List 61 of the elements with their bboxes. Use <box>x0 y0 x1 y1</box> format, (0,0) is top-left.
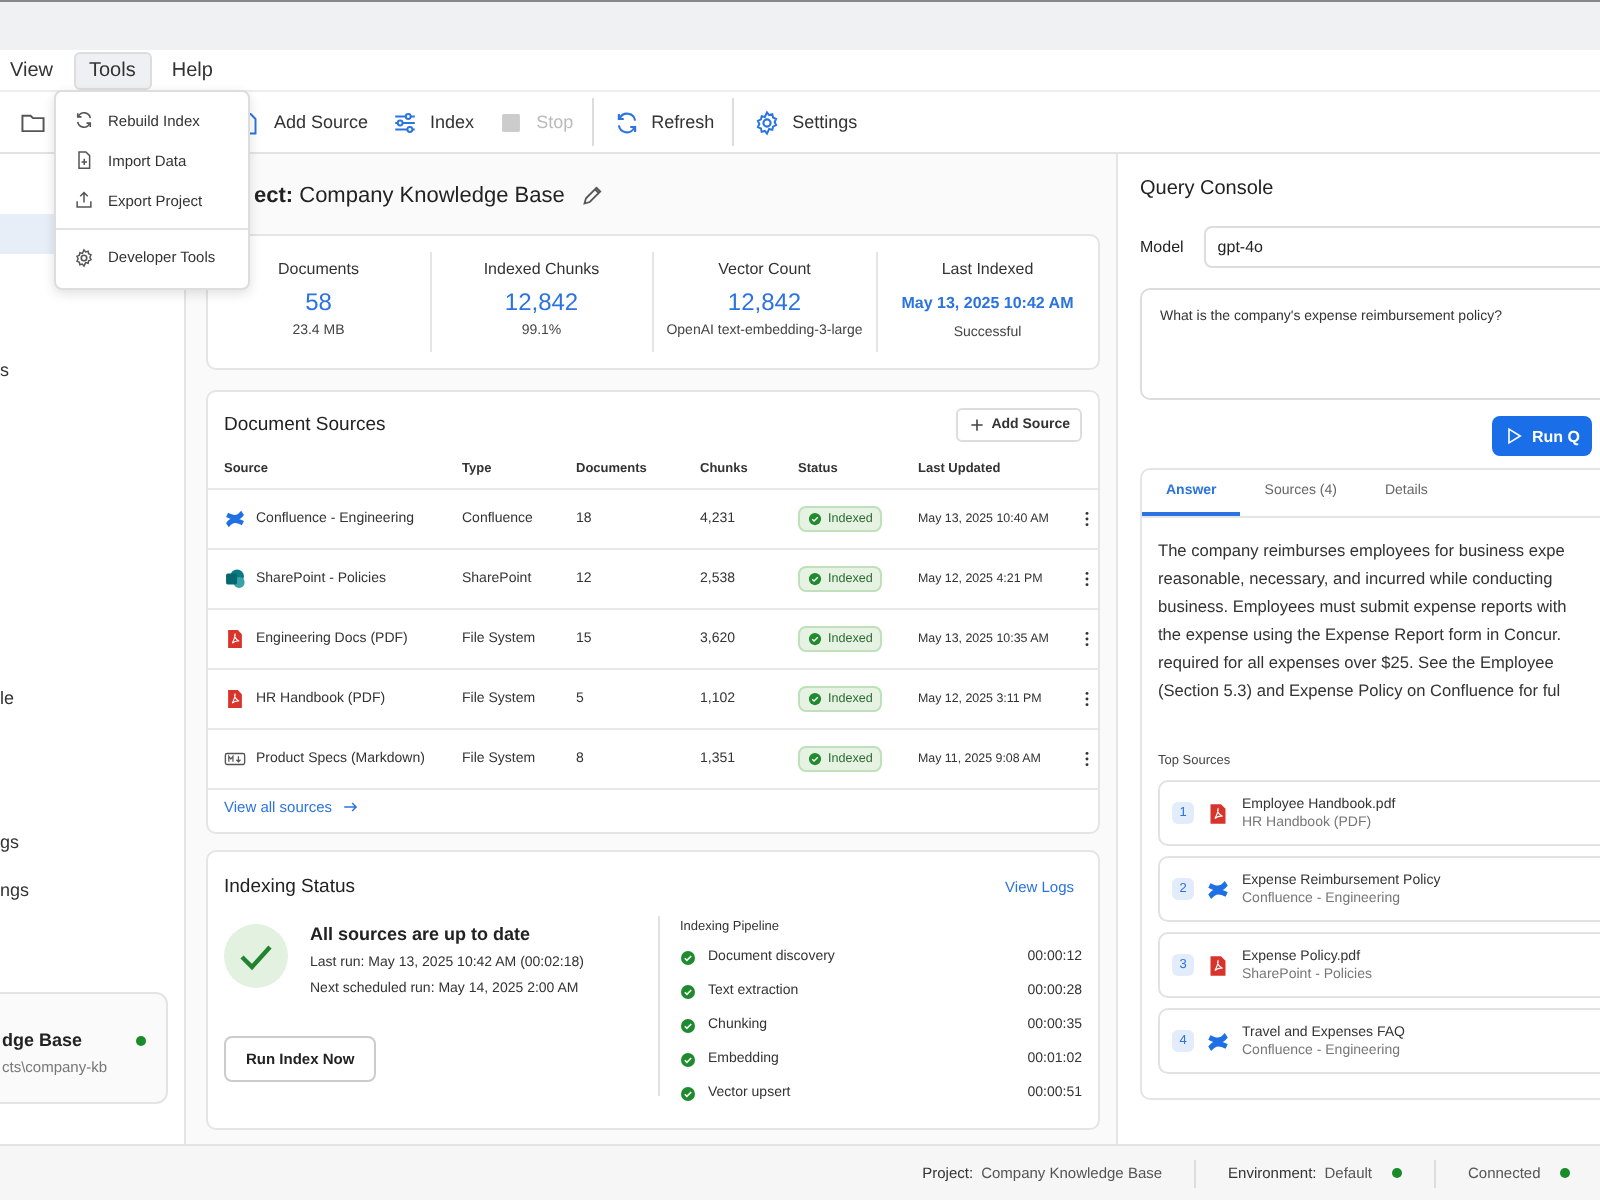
stat-value: 58 <box>305 288 332 316</box>
sidebar-item[interactable]: ngs <box>0 870 184 910</box>
pdf-icon <box>224 688 246 710</box>
menu-item[interactable]: View <box>0 51 69 89</box>
download-icon <box>74 190 94 210</box>
menu-item[interactable]: Help <box>155 51 229 89</box>
project-name: dge Base <box>0 1030 83 1050</box>
check-icon <box>808 572 822 586</box>
field-label: Model <box>1140 238 1184 256</box>
crossed-swoosh-icon <box>1206 877 1230 901</box>
model-field[interactable]: gpt-4o <box>1203 226 1600 268</box>
stat-value: 12,842 <box>504 288 579 316</box>
panel-title: Query Console <box>1140 178 1276 204</box>
stat-label: Indexed Chunks <box>483 260 600 278</box>
project-title: ect: Company Knowledge Base <box>254 184 565 208</box>
stat-value: 12,842 <box>727 288 802 316</box>
sidebar-item[interactable]: le <box>0 678 184 718</box>
stat-label: Documents <box>278 260 359 278</box>
pencil-icon[interactable] <box>580 184 605 208</box>
stat-value: May 13, 2025 10:42 AM <box>901 294 1074 312</box>
toolbar-button[interactable]: Refresh <box>601 98 735 146</box>
stat-label: Last Indexed <box>941 260 1034 278</box>
answer-text: business. Employees must submit expense reports with <box>1158 594 1569 620</box>
sliders-icon <box>392 109 419 135</box>
file-plus-icon <box>74 150 94 170</box>
check-icon <box>808 692 822 706</box>
play-icon <box>1504 426 1524 446</box>
folder-icon[interactable] <box>20 109 46 135</box>
stop-icon <box>498 109 525 135</box>
answer-text: reasonable, necessary, and incurred while conducting <box>1158 566 1555 592</box>
toolbar-button[interactable]: Settings <box>742 98 870 146</box>
answer-text: required for all expenses over $25. See the Employee <box>1158 650 1556 676</box>
stat-label: Vector Count <box>718 260 811 278</box>
sidebar-item[interactable]: s <box>0 350 184 390</box>
check-icon <box>808 752 822 766</box>
status-headline: All sources are up to date <box>310 924 533 944</box>
check-icon <box>808 632 822 646</box>
sidebar-item[interactable]: gs <box>0 822 184 862</box>
refresh-icon <box>613 109 640 135</box>
card-title: Indexing Status <box>224 875 355 897</box>
settings-icon <box>74 247 94 267</box>
check-icon <box>224 924 288 988</box>
run-query-button[interactable]: Run Q <box>1492 416 1592 456</box>
answer-text: The company reimburses employees for business expe <box>1158 538 1567 564</box>
pdf-icon <box>224 628 246 650</box>
settings-icon <box>754 109 781 135</box>
menu-item[interactable]: Tools <box>73 51 152 89</box>
markdown-icon <box>224 748 246 770</box>
answer-text: (Section 5.3) and Expense Policy on Confluence for ful <box>1158 678 1563 704</box>
plus-icon <box>967 415 986 433</box>
crossed-swoosh-icon <box>1206 1029 1230 1053</box>
card-title: Document Sources <box>224 413 386 435</box>
toolbar-button[interactable]: Index <box>380 98 487 146</box>
answer-text: the expense using the Expense Report form in Concur. <box>1158 622 1564 648</box>
pdf-icon <box>1206 953 1230 977</box>
check-icon <box>808 512 822 526</box>
pdf-icon <box>1206 801 1230 825</box>
circles-icon <box>224 568 246 590</box>
refresh-icon <box>74 110 94 130</box>
crossed-swoosh-icon <box>224 508 246 530</box>
arrow-icon <box>342 798 361 816</box>
